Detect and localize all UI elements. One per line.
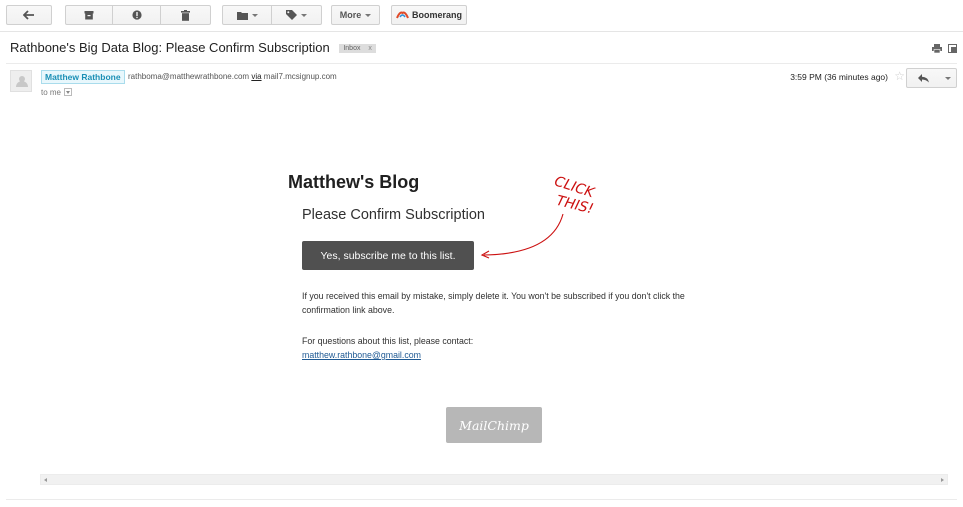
- timestamp: 3:59 PM (36 minutes ago): [790, 72, 888, 82]
- bottom-divider: [6, 499, 957, 500]
- remove-label-icon[interactable]: x: [368, 45, 372, 52]
- labels-button[interactable]: [272, 5, 322, 25]
- inbox-label-text: Inbox: [343, 45, 361, 52]
- report-spam-button[interactable]: [113, 5, 161, 25]
- more-button[interactable]: More: [331, 5, 380, 25]
- subject-text: Rathbone's Big Data Blog: Please Confirm…: [10, 40, 330, 55]
- show-details-icon[interactable]: [64, 88, 73, 96]
- boomerang-button[interactable]: Boomerang: [391, 5, 467, 25]
- chevron-down-icon: [251, 13, 258, 17]
- email-subject: Rathbone's Big Data Blog: Please Confirm…: [10, 40, 376, 55]
- boomerang-label: Boomerang: [411, 10, 462, 20]
- archive-button[interactable]: [65, 5, 113, 25]
- chevron-down-icon: [945, 76, 951, 80]
- recipient-line: to me: [41, 88, 73, 97]
- sender-email: rathboma@matthewrathbone.com: [128, 72, 250, 81]
- print-icon[interactable]: [932, 44, 942, 53]
- sender-name[interactable]: Matthew Rathbone: [41, 70, 125, 84]
- new-window-icon[interactable]: [948, 44, 957, 53]
- label-tag-icon: [286, 10, 297, 20]
- report-spam-icon: [131, 10, 142, 20]
- click-this-annotation: CLICK THIS!: [480, 173, 598, 259]
- chevron-down-icon: [301, 13, 307, 17]
- subject-actions: [932, 44, 957, 53]
- toolbar: More Boomerang: [0, 0, 963, 32]
- avatar-body-shape: [16, 81, 28, 87]
- back-arrow-icon: [23, 10, 34, 20]
- avatar: [10, 70, 32, 92]
- horizontal-scrollbar[interactable]: [40, 474, 948, 485]
- move-to-button[interactable]: [222, 5, 272, 25]
- confirm-heading: Please Confirm Subscription: [302, 207, 485, 223]
- folder-icon: [236, 11, 248, 20]
- trash-icon: [181, 9, 190, 21]
- reply-button[interactable]: [906, 68, 941, 88]
- inbox-label-badge: Inbox x: [339, 44, 376, 53]
- annotation-arrow: [483, 213, 564, 256]
- mistake-paragraph: If you received this email by mistake, s…: [302, 291, 685, 315]
- back-button[interactable]: [6, 5, 52, 25]
- via-domain: mail7.mcsignup.com: [263, 72, 337, 81]
- contact-paragraph: For questions about this list, please co…: [302, 334, 702, 362]
- more-label: More: [339, 10, 362, 20]
- more-actions-button[interactable]: [940, 68, 957, 88]
- mailchimp-logo[interactable]: MailChimp: [446, 407, 542, 443]
- boomerang-logo-icon: [396, 11, 409, 19]
- reply-icon: [918, 73, 929, 82]
- scroll-right-icon[interactable]: [941, 478, 944, 482]
- chevron-down-icon: [365, 13, 372, 17]
- subscribe-confirm-button[interactable]: Yes, subscribe me to this list.: [302, 241, 474, 270]
- header-divider: [6, 63, 957, 64]
- archive-icon: [84, 11, 94, 20]
- delete-button[interactable]: [161, 5, 211, 25]
- blog-title: Matthew's Blog: [288, 172, 420, 192]
- contact-text: For questions about this list, please co…: [302, 336, 474, 346]
- via-link[interactable]: via: [251, 72, 261, 81]
- star-icon[interactable]: ☆: [894, 69, 905, 83]
- recipient-text: to me: [41, 88, 62, 97]
- scroll-left-icon[interactable]: [44, 478, 47, 482]
- sender-email-line: rathboma@matthewrathbone.com via mail7.m…: [128, 72, 337, 81]
- contact-email-link[interactable]: matthew.rathbone@gmail.com: [302, 348, 702, 362]
